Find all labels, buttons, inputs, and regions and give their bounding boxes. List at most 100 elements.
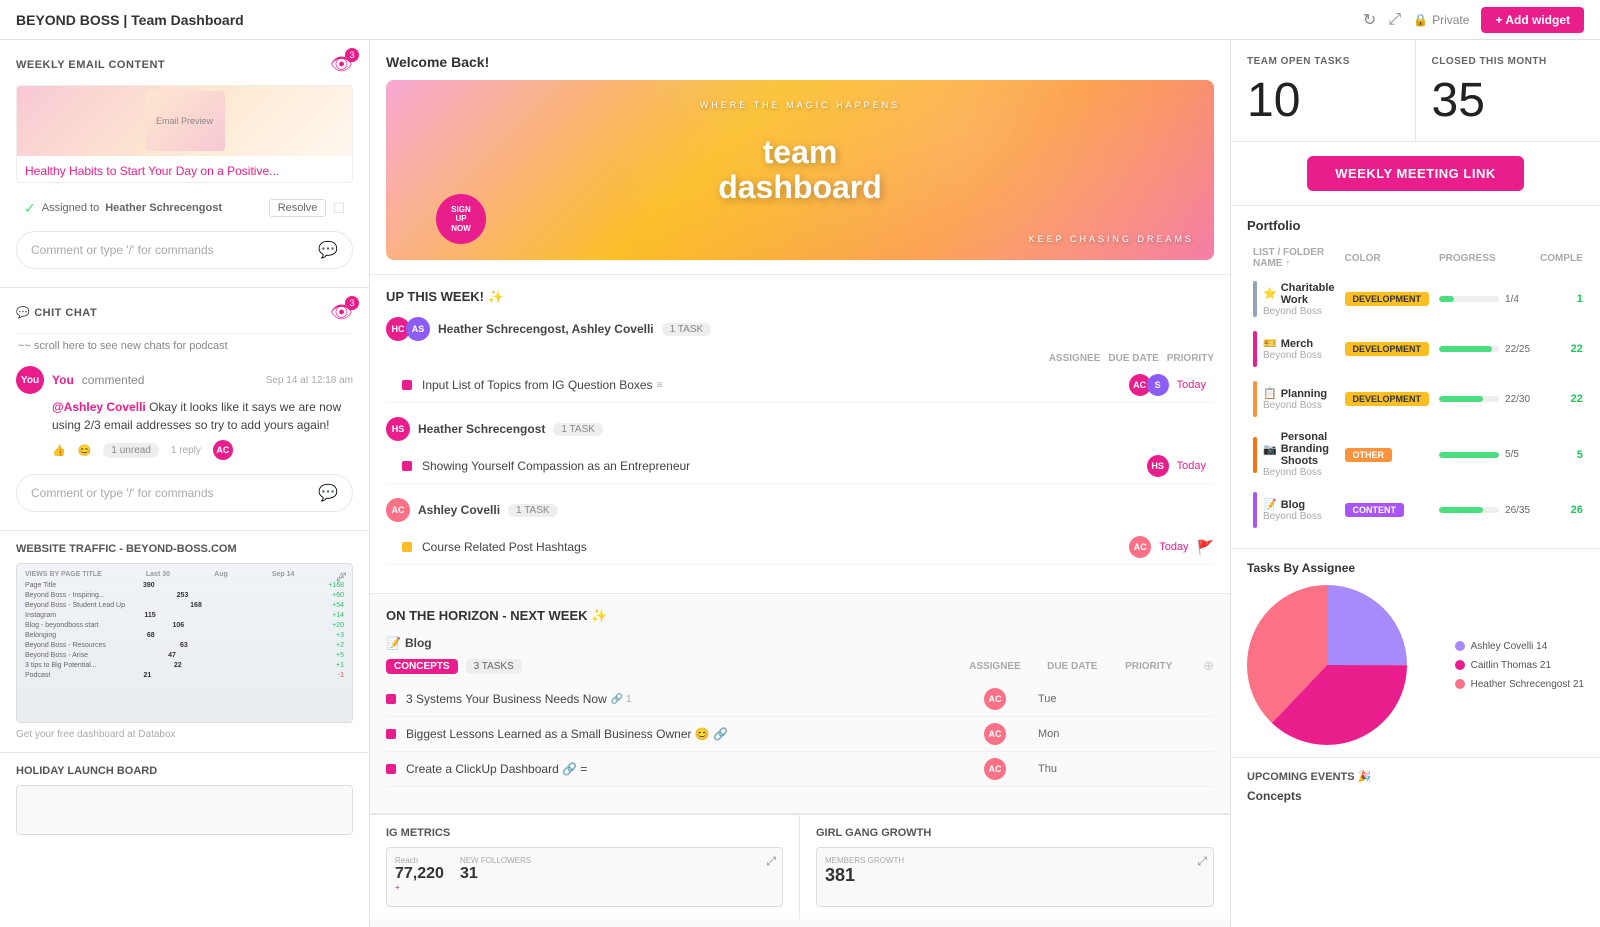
portfolio-row: 📋 Planning Beyond Boss DEVELOPMENT — [1249, 375, 1587, 423]
task-dot — [386, 694, 396, 704]
color-badge: DEVELOPMENT — [1345, 292, 1430, 306]
task-group-1-header: HC AS Heather Schrecengost, Ashley Covel… — [386, 317, 1214, 341]
blog-icon: 📝 — [386, 636, 401, 650]
nw-due-3: Thu — [1038, 763, 1108, 775]
avatar-ac: AC — [386, 498, 410, 522]
like-icon[interactable]: 👍 — [52, 444, 66, 457]
portfolio-icon: ⭐ — [1263, 287, 1277, 300]
portfolio-row: 📷 Personal Branding Shoots Beyond Boss O… — [1249, 425, 1587, 484]
avatar: You — [16, 366, 44, 394]
meeting-section: WEEKLY MEETING LINK — [1231, 142, 1600, 206]
girl-gang-members: 381 — [825, 865, 1205, 886]
task-dot — [386, 764, 396, 774]
nw-assignee-header: ASSIGNEE — [969, 661, 1039, 672]
nw-task-row-1: 3 Systems Your Business Needs Now 🔗 1 AC… — [386, 682, 1214, 717]
table-row: Showing Yourself Compassion as an Entrep… — [386, 449, 1214, 484]
nw-priority-header: PRIORITY — [1125, 661, 1195, 672]
closed-month-value: 35 — [1432, 77, 1585, 125]
tasks-count: 3 TASKS — [466, 659, 522, 674]
chat-send-icon: 💬 — [318, 483, 338, 503]
portfolio-col-name[interactable]: LIST / FOLDER NAME ↑ — [1249, 243, 1339, 273]
color-badge: DEVELOPMENT — [1345, 342, 1430, 356]
add-task-icon[interactable]: ⊕ — [1203, 658, 1214, 674]
reply-label: 1 reply — [171, 445, 201, 456]
emoji-icon[interactable]: 😊 — [78, 444, 92, 457]
unread-badge: 1 unread — [103, 443, 158, 458]
traffic-widget: Website Traffic - BEYOND-BOSS.COM ⤢ VIEW… — [0, 531, 369, 753]
pie-text-heather: Heather Schrecengost 21 — [1471, 679, 1584, 690]
chat-comment-placeholder: Comment or type '/' for commands — [31, 486, 310, 500]
email-thumbnail: Email Preview — [17, 86, 352, 156]
portfolio-col-progress: PROGRESS — [1435, 243, 1534, 273]
header-actions: ↻ ⤢ 🔒 Private + Add widget — [1363, 7, 1584, 33]
expand-ig-icon[interactable]: ⤢ — [766, 854, 776, 869]
traffic-row-6: Beyond Boss - Resources63+2 — [23, 641, 346, 651]
mention: @Ashley Covelli — [52, 400, 146, 414]
expand-icon[interactable]: ⤢ — [1388, 11, 1401, 29]
comment-placeholder: Comment or type '/' for commands — [31, 243, 310, 257]
portfolio-col-color: COLOR — [1341, 243, 1434, 273]
portfolio-complete: 22 — [1536, 375, 1587, 423]
nw-due-2: Mon — [1038, 728, 1108, 740]
traffic-row-4: Blog - beyondboss start106+20 — [23, 621, 346, 631]
check-icon: ✓ — [24, 200, 36, 217]
progress-fraction: 1/4 — [1505, 294, 1519, 305]
comment-dot-icon: 💬 — [16, 306, 30, 319]
closed-month-label: CLOSED THIS MONTH — [1432, 56, 1585, 67]
nw-due-1: Tue — [1038, 693, 1108, 705]
progress-fraction: 22/25 — [1505, 344, 1530, 355]
nw-due-header: DUE DATE — [1047, 661, 1117, 672]
task-dot — [386, 729, 396, 739]
task-priority-flag: 🚩 — [1197, 539, 1214, 556]
portfolio-item-name: Personal Branding Shoots — [1281, 431, 1335, 467]
meeting-link-button[interactable]: WEEKLY MEETING LINK — [1307, 156, 1523, 191]
group-3-name: Ashley Covelli — [418, 503, 500, 517]
page-title: BEYOND BOSS | Team Dashboard — [16, 12, 244, 28]
progress-bar-wrap — [1439, 452, 1499, 458]
header: BEYOND BOSS | Team Dashboard ↻ ⤢ 🔒 Priva… — [0, 0, 1600, 40]
add-widget-button[interactable]: + Add widget — [1481, 7, 1584, 33]
checkbox-icon[interactable]: ☐ — [332, 200, 345, 217]
comment-input-email[interactable]: Comment or type '/' for commands 💬 — [16, 231, 353, 269]
ig-metrics-data: Reach 77,220 + NEW FOLLOWERS 31 — [387, 848, 782, 900]
expand-gg-icon[interactable]: ⤢ — [1197, 854, 1207, 869]
portfolio-color-cell: DEVELOPMENT — [1341, 275, 1434, 323]
pie-dot-caitlin — [1455, 660, 1465, 670]
portfolio-progress-cell: 1/4 — [1435, 275, 1534, 323]
comment-input-chat[interactable]: Comment or type '/' for commands 💬 — [16, 474, 353, 512]
refresh-icon[interactable]: ↻ — [1363, 10, 1376, 30]
this-week-title: UP THIS WEEK! ✨ — [386, 289, 1214, 305]
task-group-3-header: AC Ashley Covelli 1 TASK — [386, 498, 1214, 522]
hero-banner: WHERE THE MAGIC HAPPENS teamdashboard KE… — [386, 80, 1214, 260]
events-section: UPCOMING EVENTS 🎉 Concepts — [1231, 758, 1600, 821]
portfolio-complete: 26 — [1536, 486, 1587, 534]
nw-assignee-3: AC — [960, 758, 1030, 780]
color-badge: DEVELOPMENT — [1345, 392, 1430, 406]
task-group-2-header: HS Heather Schrecengost 1 TASK — [386, 417, 1214, 441]
portfolio-item-name: Planning — [1281, 388, 1327, 400]
progress-bar — [1439, 396, 1483, 402]
portfolio-col-complete: COMPLE — [1536, 243, 1587, 273]
traffic-row-3: Instagram115+14 — [23, 611, 346, 621]
welcome-title: Welcome Back! — [386, 54, 1214, 70]
traffic-row-0: Page Title390+168 — [23, 581, 346, 591]
table-row: Course Related Post Hashtags AC Today 🚩 — [386, 530, 1214, 565]
traffic-row-5: Belonging68+3 — [23, 631, 346, 641]
task-dot — [402, 380, 412, 390]
resolve-button[interactable]: Resolve — [269, 199, 327, 217]
task-dot — [402, 542, 412, 552]
chat-scroll-text: ~~ scroll here to see new chats for podc… — [16, 333, 353, 352]
private-button[interactable]: 🔒 Private — [1413, 13, 1469, 27]
group-1-count: 1 TASK — [662, 323, 712, 336]
pie-label-caitlin: Caitlin Thomas 21 — [1455, 660, 1584, 671]
portfolio-name-cell: 📝 Blog Beyond Boss — [1249, 486, 1339, 534]
portfolio-section: Portfolio LIST / FOLDER NAME ↑ COLOR PRO… — [1231, 206, 1600, 549]
expand-traffic-icon[interactable]: ⤢ — [336, 570, 346, 585]
nw-task-row-2: Biggest Lessons Learned as a Small Busin… — [386, 717, 1214, 752]
nw-task-name-2: Biggest Lessons Learned as a Small Busin… — [386, 727, 952, 741]
email-link[interactable]: Healthy Habits to Start Your Day on a Po… — [17, 156, 352, 182]
next-week-title: ON THE HORIZON - NEXT WEEK ✨ — [386, 608, 1214, 624]
portfolio-color-bar — [1253, 492, 1257, 528]
traffic-row-9: Podcast21-1 — [23, 671, 346, 681]
pie-chart — [1247, 585, 1407, 745]
